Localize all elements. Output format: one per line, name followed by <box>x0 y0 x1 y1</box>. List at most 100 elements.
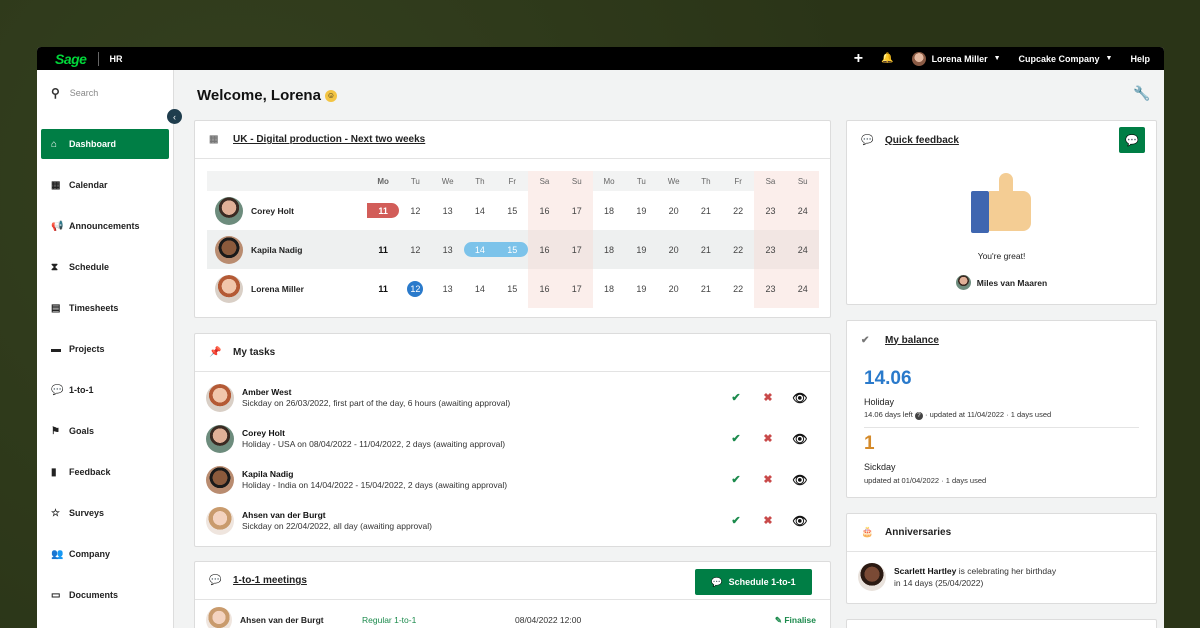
calendar-day-cell[interactable]: 20 <box>657 191 689 230</box>
calendar-header-row: Mo Tu We Th Fr Sa Su Mo Tu We Th Fr Sa Su <box>207 171 819 191</box>
calendar-day-cell[interactable]: 13 <box>432 269 464 308</box>
approve-icon[interactable]: ✔ <box>720 432 752 445</box>
calendar-day-cell[interactable]: 12 <box>399 269 431 308</box>
calendar-day-cell[interactable]: 13 <box>432 191 464 230</box>
calendar-day-cell[interactable]: 24 <box>786 269 819 308</box>
company-menu[interactable]: Cupcake Company ▼ <box>1019 54 1113 64</box>
reject-icon[interactable]: ✖ <box>752 391 784 404</box>
calendar-day-cell[interactable]: 16 <box>528 191 561 230</box>
calendar-day-cell[interactable]: 22 <box>722 230 754 269</box>
calendar-date: 20 <box>668 205 679 216</box>
calendar-date: 24 <box>797 283 808 294</box>
sidebar-item-label: Feedback <box>69 467 111 477</box>
calendar-title-link[interactable]: UK - Digital production - Next two weeks <box>233 134 425 145</box>
calendar-day-cell[interactable]: 21 <box>690 191 722 230</box>
calendar-day-cell[interactable]: 17 <box>560 191 593 230</box>
sidebar-item-schedule[interactable]: ⧗ Schedule <box>41 252 169 282</box>
calendar-day-cell[interactable]: 24 <box>786 230 819 269</box>
eye-icon[interactable]: 👁 <box>784 473 816 487</box>
eye-icon[interactable]: 👁 <box>784 514 816 528</box>
sidebar-item-documents[interactable]: ▭ Documents <box>41 580 169 610</box>
sidebar-item-projects[interactable]: ▬ Projects <box>41 334 169 364</box>
calendar-day-header: Su <box>786 171 819 191</box>
meetings-card: 💬 1-to-1 meetings 💬 Schedule 1-to-1 Ahse… <box>194 561 831 628</box>
help-link[interactable]: Help <box>1130 54 1150 64</box>
sidebar-item-dashboard[interactable]: ⌂ Dashboard <box>41 129 169 159</box>
sidebar-item-announcements[interactable]: 📢 Announcements <box>41 211 169 241</box>
sage-logo[interactable]: Sage <box>55 51 87 67</box>
calendar-day-cell[interactable]: 14 <box>464 269 496 308</box>
finalise-link[interactable]: ✎ Finalise <box>775 615 816 626</box>
flag-icon: ⚑ <box>51 425 60 437</box>
approve-icon[interactable]: ✔ <box>720 473 752 486</box>
calendar-day-cell[interactable]: 22 <box>722 269 754 308</box>
calendar-day-cell[interactable]: 15 <box>496 230 529 269</box>
calendar-row: Lorena Miller 11 12 13 14 15 16 17 18 19 20 21 22 23 2… <box>207 269 819 308</box>
calendar-day-cell[interactable]: 20 <box>657 230 689 269</box>
reject-icon[interactable]: ✖ <box>752 514 784 527</box>
calendar-day-cell[interactable]: 16 <box>528 230 561 269</box>
bell-icon[interactable]: 🔔 <box>881 53 893 64</box>
calendar-date: 19 <box>636 244 647 255</box>
user-menu[interactable]: Lorena Miller ▼ <box>911 51 1001 66</box>
sidebar-item-goals[interactable]: ⚑ Goals <box>41 416 169 446</box>
wrench-icon[interactable]: 🔧 <box>1133 85 1150 102</box>
sidebar-item-calendar[interactable]: ▦ Calendar <box>41 170 169 200</box>
calendar-day-cell[interactable]: 14 <box>464 191 496 230</box>
collapse-sidebar-icon[interactable]: ‹ <box>167 109 182 124</box>
calendar-date: 21 <box>700 205 711 216</box>
sidebar-item-1-to-1[interactable]: 💬 1-to-1 <box>41 375 169 405</box>
meeting-type-link[interactable]: Regular 1-to-1 <box>362 615 515 625</box>
search-input[interactable]: Search <box>70 88 99 98</box>
reject-icon[interactable]: ✖ <box>752 473 784 486</box>
calendar-day-cell[interactable]: 24 <box>786 191 819 230</box>
calendar-day-cell[interactable]: 14 <box>463 230 497 269</box>
calendar-day-cell[interactable]: 12 <box>399 191 431 230</box>
calendar-day-cell[interactable]: 11 <box>367 269 399 308</box>
calendar-day-cell[interactable]: 17 <box>560 269 593 308</box>
calendar-day-cell[interactable]: 19 <box>625 230 657 269</box>
sidebar-item-feedback[interactable]: ▮ Feedback <box>41 457 169 487</box>
search-box[interactable]: ⚲ Search <box>37 70 173 116</box>
calendar-day-cell[interactable]: 12 <box>399 230 431 269</box>
calendar-day-cell[interactable]: 21 <box>690 230 722 269</box>
calendar-day-cell[interactable]: 23 <box>754 191 787 230</box>
calendar-day-cell[interactable]: 22 <box>722 191 754 230</box>
reject-icon[interactable]: ✖ <box>752 432 784 445</box>
eye-icon[interactable]: 👁 <box>784 391 816 405</box>
holiday-subtext: 14.06 days left ? · updated at 11/04/202… <box>864 410 1051 420</box>
calendar-day-cell[interactable]: 23 <box>754 230 787 269</box>
calendar-day-cell[interactable]: 11 <box>367 191 400 230</box>
calendar-day-cell[interactable]: 15 <box>496 191 528 230</box>
sidebar-item-company[interactable]: 👥 Company <box>41 539 169 569</box>
eye-icon[interactable]: 👁 <box>784 432 816 446</box>
sidebar-item-timesheets[interactable]: ▤ Timesheets <box>41 293 169 323</box>
calendar-day-cell[interactable]: 18 <box>593 269 625 308</box>
top-bar: Sage HR + 🔔 Lorena Miller ▼ Cupcake Comp… <box>37 47 1164 70</box>
add-icon[interactable]: + <box>854 50 863 68</box>
calendar-day-cell[interactable]: 19 <box>625 269 657 308</box>
calendar-day-cell[interactable]: 23 <box>754 269 787 308</box>
calendar-day-cell[interactable]: 13 <box>432 230 464 269</box>
calendar-day-cell[interactable]: 17 <box>560 230 593 269</box>
calendar-day-cell[interactable]: 15 <box>496 269 528 308</box>
balance-title-link[interactable]: My balance <box>885 335 939 346</box>
home-icon: ⌂ <box>51 138 58 150</box>
sidebar-item-surveys[interactable]: ☆ Surveys <box>41 498 169 528</box>
give-feedback-button[interactable]: 💬 <box>1119 127 1145 153</box>
help-icon[interactable]: ? <box>914 412 923 420</box>
meetings-title-link[interactable]: 1-to-1 meetings <box>233 575 307 586</box>
calendar-day-cell[interactable]: 16 <box>528 269 561 308</box>
avatar <box>215 196 243 225</box>
feedback-title-link[interactable]: Quick feedback <box>885 135 959 146</box>
calendar-day-cell[interactable]: 19 <box>625 191 657 230</box>
task-person: Kapila Nadig <box>242 468 294 479</box>
approve-icon[interactable]: ✔ <box>720 391 752 404</box>
calendar-day-cell[interactable]: 20 <box>657 269 689 308</box>
schedule-1-to-1-button[interactable]: 💬 Schedule 1-to-1 <box>695 569 812 595</box>
calendar-day-cell[interactable]: 21 <box>690 269 722 308</box>
calendar-day-cell[interactable]: 18 <box>593 191 625 230</box>
approve-icon[interactable]: ✔ <box>720 514 752 527</box>
calendar-day-cell[interactable]: 11 <box>367 230 399 269</box>
calendar-day-cell[interactable]: 18 <box>593 230 625 269</box>
